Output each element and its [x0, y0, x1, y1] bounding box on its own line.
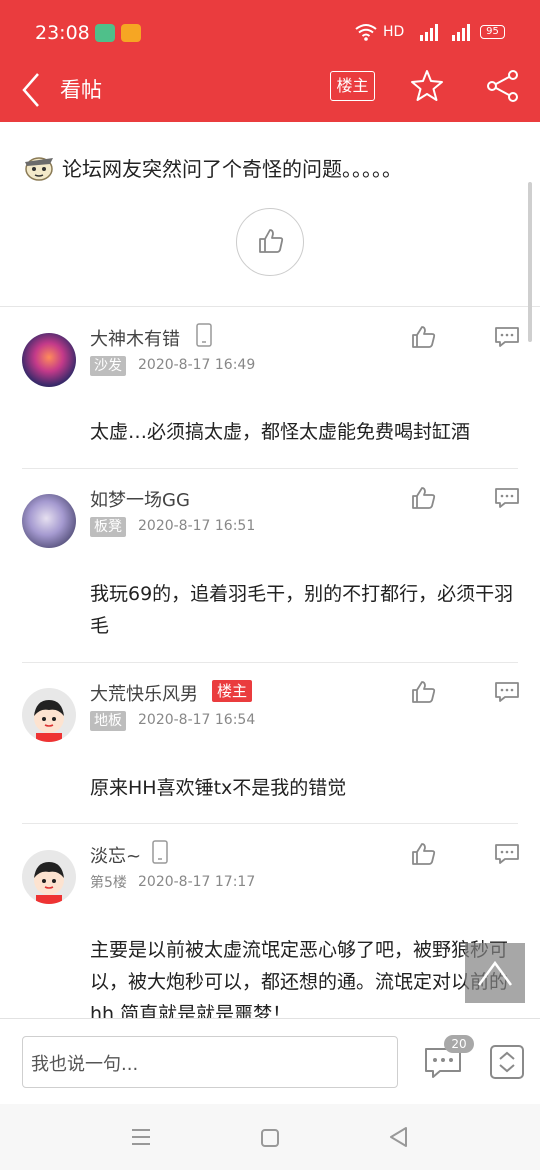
default-avatar-icon	[34, 862, 64, 904]
share-icon[interactable]	[485, 68, 521, 104]
signal-icon	[452, 24, 470, 41]
signal-icon	[420, 24, 438, 41]
floor-badge: 板凳	[90, 517, 126, 537]
top-bar: 23:08 HD 95 看帖 楼主	[0, 0, 540, 122]
app-notification-icon	[95, 24, 115, 42]
back-icon[interactable]	[388, 1126, 408, 1148]
comment-date: 2020-8-17 16:49	[138, 357, 256, 373]
divider	[22, 823, 518, 824]
comment-username[interactable]: 大荒快乐风男	[90, 680, 198, 706]
comment-count-badge: 20	[444, 1035, 474, 1053]
divider	[22, 662, 518, 663]
avatar[interactable]	[22, 494, 76, 548]
page-jump-icon[interactable]	[490, 1045, 524, 1079]
comment-username[interactable]: 大神木有错	[90, 325, 180, 351]
phone-icon	[196, 323, 212, 347]
comment-text: 主要是以前被太虚流氓定恶心够了吧，被野狼秒可以，被大炮秒可以，都还想的通。流氓定…	[90, 939, 509, 1018]
comment-icon[interactable]	[494, 842, 520, 866]
comment-text: 太虚…必须搞太虚，都怪太虚能免费喝封缸酒	[90, 421, 471, 443]
page-title: 看帖	[60, 78, 102, 102]
comment-username[interactable]: 淡忘~	[90, 842, 141, 868]
divider	[0, 306, 540, 307]
system-nav-bar	[0, 1104, 540, 1170]
thumbs-up-icon[interactable]	[411, 680, 437, 704]
comment-date: 2020-8-17 16:54	[138, 712, 256, 728]
status-time: 23:08	[35, 22, 90, 44]
comment-icon[interactable]	[494, 486, 520, 510]
avatar[interactable]	[22, 688, 76, 742]
thumbs-up-icon[interactable]	[411, 842, 437, 866]
battery-icon: 95	[480, 25, 505, 39]
comment-icon[interactable]	[494, 680, 520, 704]
menu-icon[interactable]	[131, 1128, 151, 1146]
reply-input[interactable]: 我也说一句...	[22, 1036, 398, 1088]
arrow-up-icon	[477, 960, 513, 986]
thumbs-up-icon[interactable]	[411, 486, 437, 510]
app-notification-icon	[121, 24, 141, 42]
divider	[22, 468, 518, 469]
status-bar: 23:08 HD 95	[0, 0, 540, 64]
star-icon[interactable]	[410, 68, 444, 104]
reply-bar: 我也说一句... 20	[0, 1018, 540, 1104]
phone-icon	[152, 840, 168, 864]
chevron-left-icon[interactable]	[18, 68, 46, 112]
avatar[interactable]	[22, 333, 76, 387]
app-header: 看帖 楼主	[0, 64, 540, 122]
home-icon[interactable]	[260, 1128, 280, 1148]
floor-badge: 地板	[90, 711, 126, 731]
post-title: 论坛网友突然问了个奇怪的问题。。。。。	[62, 157, 402, 181]
post-like-button[interactable]	[236, 208, 304, 276]
post-title-row: 论坛网友突然问了个奇怪的问题。。。。。	[22, 150, 522, 184]
comment-icon[interactable]	[494, 325, 520, 349]
scrollbar[interactable]	[528, 182, 532, 342]
comment-text: 原来HH喜欢锤tx不是我的错觉	[90, 777, 347, 799]
thumbs-up-icon[interactable]	[411, 325, 437, 349]
default-avatar-icon	[34, 700, 64, 742]
wifi-icon	[355, 24, 377, 41]
floor-label: 第5楼	[90, 875, 127, 891]
comment-text: 我玩69的，追着羽毛干，别的不打都行，必须干羽毛	[90, 583, 514, 637]
comment-date: 2020-8-17 17:17	[138, 874, 256, 890]
comment-username[interactable]: 如梦一场GG	[90, 486, 190, 512]
network-type: HD	[383, 24, 405, 40]
floor-badge: 沙发	[90, 356, 126, 376]
owner-only-button[interactable]: 楼主	[330, 71, 375, 101]
comment-date: 2020-8-17 16:51	[138, 518, 256, 534]
avatar[interactable]	[22, 850, 76, 904]
emoji-icon	[25, 157, 53, 181]
back-to-top-button[interactable]	[465, 943, 525, 1003]
thumbs-up-icon	[259, 229, 284, 253]
owner-badge: 楼主	[212, 680, 253, 702]
